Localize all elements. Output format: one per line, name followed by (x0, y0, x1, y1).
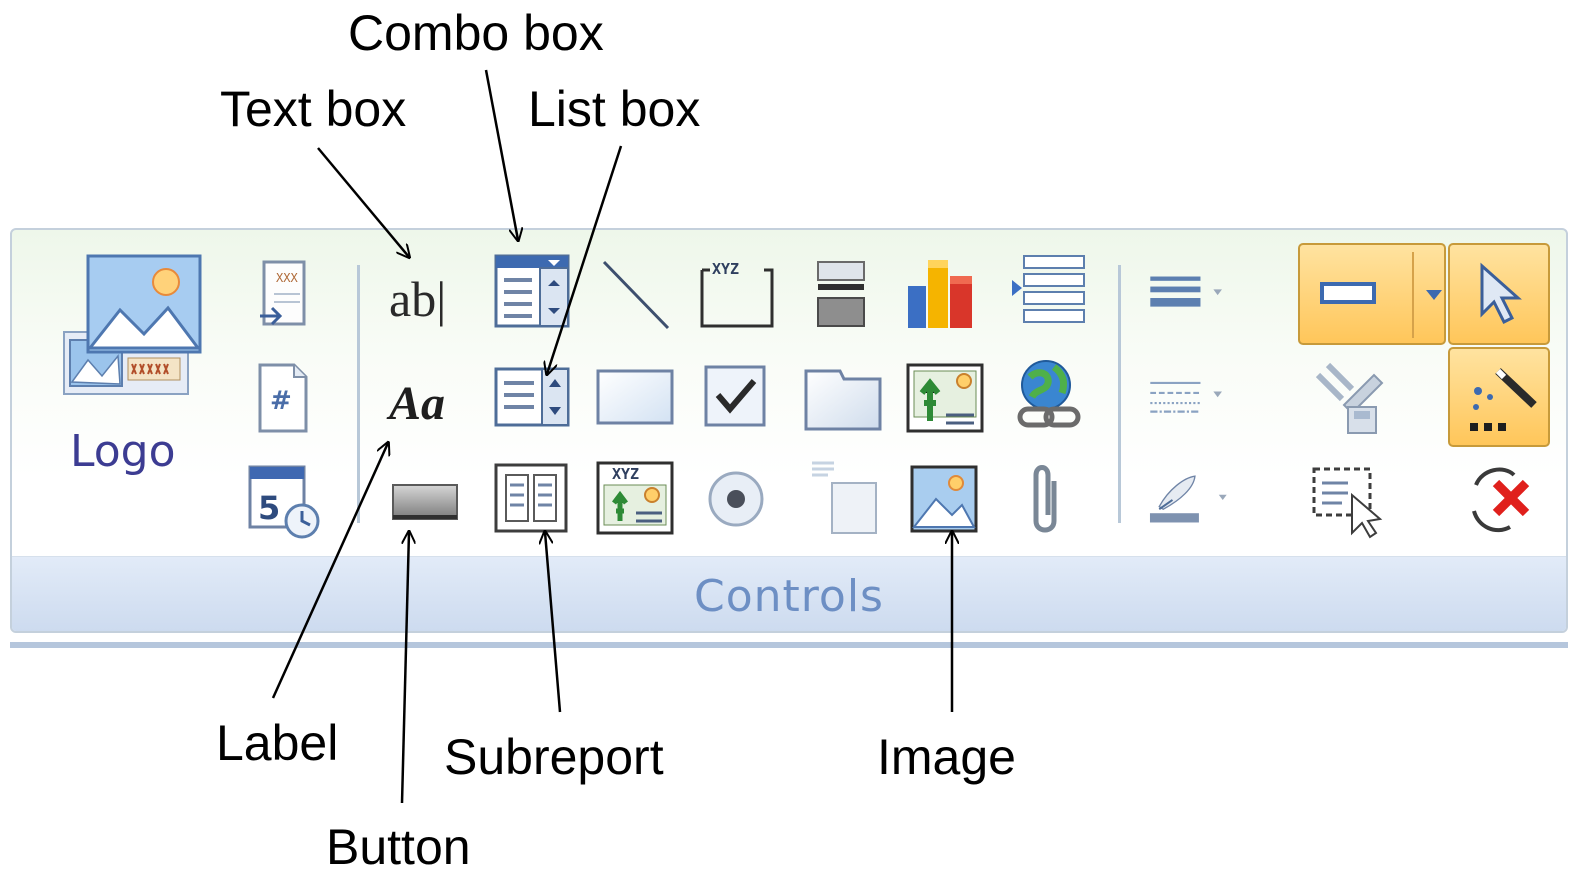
list-box-button[interactable] (492, 355, 578, 441)
hyperlink-button[interactable] (1010, 355, 1096, 441)
image-button[interactable] (906, 455, 992, 541)
set-control-defaults-button[interactable] (1308, 355, 1394, 441)
check-box-button[interactable] (698, 355, 784, 441)
insert-page-break-icon (1012, 255, 1085, 323)
unbound-object-frame-button[interactable] (906, 355, 992, 441)
rectangle-icon (596, 369, 674, 425)
activex-button[interactable] (1456, 455, 1542, 541)
list-box-icon (494, 367, 570, 427)
button-icon (392, 484, 458, 520)
callout-text-box: Text box (220, 81, 407, 137)
label-icon: Aa (386, 377, 445, 430)
title-icon: XXX (260, 260, 306, 326)
title-icon-text: XXX (276, 271, 298, 285)
rectangle-button[interactable] (596, 355, 682, 441)
hyperlink-icon (1017, 360, 1081, 428)
select-all-button[interactable] (1308, 455, 1394, 541)
attachment-button[interactable] (1010, 455, 1096, 541)
callout-subreport: Subreport (444, 729, 664, 785)
option-group-icon: XYZ (700, 260, 774, 328)
insert-placeholder-button[interactable] (804, 455, 890, 541)
text-box-button[interactable]: ab| (385, 250, 471, 336)
tab-control-button[interactable] (804, 355, 890, 441)
subreport-icon (494, 463, 568, 533)
insert-page-break-button[interactable] (1010, 250, 1096, 336)
chart-button[interactable] (906, 250, 992, 336)
date-time-button[interactable]: 5 (240, 455, 326, 541)
line-thickness-button[interactable] (1146, 250, 1266, 336)
logo-label: Logo (70, 426, 176, 477)
line-icon (602, 260, 670, 330)
title-button[interactable]: XXX (240, 250, 326, 336)
page-break-button[interactable] (804, 250, 890, 336)
text-box-icon: ab| (389, 271, 446, 327)
callout-image: Image (877, 729, 1016, 785)
unbound-object-frame-icon (906, 363, 984, 433)
label-glyph: Aa (386, 377, 445, 430)
option-button-icon (708, 471, 764, 527)
group-label: Controls (694, 571, 884, 622)
activex-icon (1472, 467, 1530, 533)
option-group-xyz: XYZ (712, 260, 739, 278)
callout-button: Button (326, 819, 471, 875)
page-break-icon (817, 261, 865, 327)
bound-object-frame-icon: XYZ (596, 461, 674, 535)
combo-box-button[interactable] (492, 250, 578, 336)
combo-box-icon (494, 254, 570, 328)
control-wizards-icon (1470, 368, 1537, 431)
separator-1 (357, 265, 360, 523)
image-icon (910, 465, 978, 533)
rectangle-tool-icon (1320, 282, 1376, 304)
attachment-icon (1033, 465, 1057, 533)
set-control-defaults-icon (1315, 362, 1384, 434)
option-group-button[interactable]: XYZ (698, 250, 784, 336)
subreport-button[interactable] (492, 455, 578, 541)
arrow-combo-box (484, 69, 518, 240)
select-all-icon (1312, 467, 1383, 539)
page-numbers-icon: # (258, 363, 308, 433)
check-box-icon (704, 365, 766, 427)
callout-list-box: List box (528, 81, 701, 137)
chart-icon (908, 260, 972, 328)
line-type-button[interactable] (1146, 355, 1266, 441)
option-button-button[interactable] (698, 455, 784, 541)
select-pointer-icon (1480, 262, 1522, 325)
rectangle-tool-button[interactable] (1304, 252, 1390, 338)
rectangle-tool-dropdown[interactable] (1392, 252, 1442, 338)
tab-control-icon (804, 369, 882, 431)
group-label-bar: Controls (12, 556, 1566, 631)
line-color-icon (1149, 475, 1227, 523)
page-numbers-button[interactable]: # (240, 355, 326, 441)
logo-icon (63, 254, 202, 395)
label-button[interactable]: Aa (385, 355, 471, 441)
select-button[interactable] (1456, 252, 1542, 338)
line-color-button[interactable] (1146, 455, 1276, 541)
line-thickness-icon (1150, 276, 1222, 307)
callout-label: Label (216, 715, 339, 771)
button-control-button[interactable] (385, 455, 471, 541)
bound-frame-xyz: XYZ (612, 465, 639, 483)
bound-object-frame-button[interactable]: XYZ (596, 455, 682, 541)
line-type-icon (1150, 381, 1222, 413)
callout-combo-box: Combo box (348, 5, 604, 61)
date-glyph: 5 (258, 489, 280, 527)
separator-2 (1118, 265, 1121, 523)
ribbon-bottom-edge (10, 642, 1568, 648)
control-wizards-button[interactable] (1456, 355, 1542, 441)
toggle-button-icon (812, 461, 877, 534)
logo-button[interactable]: Logo (58, 250, 208, 490)
text-box-glyph: ab| (389, 271, 446, 327)
line-button[interactable] (596, 250, 682, 336)
page-number-glyph: # (270, 386, 292, 416)
date-time-icon: 5 (248, 465, 320, 539)
